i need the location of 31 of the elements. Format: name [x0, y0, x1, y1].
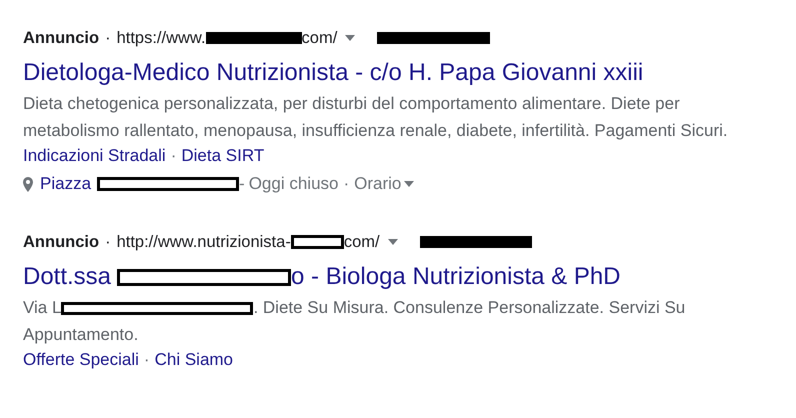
sitelink[interactable]: Dieta SIRT: [181, 146, 264, 166]
location-pin-icon: [23, 176, 33, 192]
url-text: http://www.nutrizionista-: [116, 232, 291, 252]
sitelink[interactable]: Chi Siamo: [154, 350, 234, 370]
url-text: com/: [344, 232, 380, 252]
ad-title-link[interactable]: Dott.ssa: [23, 263, 112, 291]
redaction-bar: [290, 235, 344, 249]
address-link[interactable]: -: [239, 174, 245, 194]
ad-description: Dieta chetogenica personalizzata, per disturbi del comportamento alimentare. Diete per metabolismo rallentato, menopausa, insufficienza renale, diabete, infertilità. Pagamenti Sicuri.: [23, 94, 728, 140]
sitelink[interactable]: Offerte Speciali: [23, 350, 139, 370]
dropdown-caret-icon[interactable]: [388, 239, 398, 245]
address-link[interactable]: Piazza: [40, 174, 92, 194]
separator: ·: [343, 174, 350, 194]
sitelink[interactable]: Indicazioni Stradali: [23, 146, 166, 166]
separator: ·: [105, 232, 111, 252]
dropdown-caret-icon[interactable]: [404, 181, 414, 187]
ad-label: Annuncio: [23, 232, 100, 252]
ad-description: Via L: [23, 298, 62, 317]
ad-title-link[interactable]: Dietologa-Medico Nutrizionista - c/o H. Papa Giovanni xxiii: [23, 59, 644, 87]
ad-label: Annuncio: [23, 28, 100, 48]
url-text: https://www.: [116, 28, 206, 48]
separator: ·: [105, 28, 111, 48]
ad-description: . Diete Su Misura. Consulenze Personalizzate. Servizi Su: [253, 298, 686, 317]
separator: ·: [170, 146, 176, 166]
status-text: Oggi chiuso: [248, 174, 338, 194]
ad-description: Appuntamento.: [23, 325, 138, 344]
dropdown-caret-icon[interactable]: [345, 35, 356, 41]
url-text: com/: [302, 28, 338, 48]
separator: ·: [144, 350, 150, 370]
ad-title-link[interactable]: o - Biologa Nutrizionista & PhD: [291, 263, 621, 291]
hours-link[interactable]: Orario: [354, 174, 402, 194]
